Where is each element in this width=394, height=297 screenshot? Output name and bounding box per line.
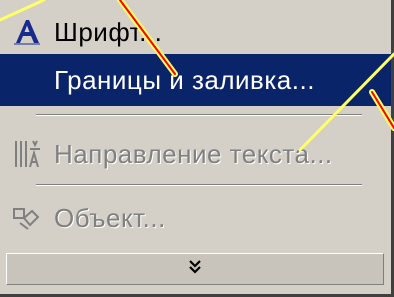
menu-item-borders-and-shading[interactable]: Границы и заливка... [0, 54, 391, 106]
menu-item-label: Границы и заливка... [54, 64, 315, 95]
menu-item-font[interactable]: Шрифт... [0, 6, 391, 58]
object-icon [0, 192, 54, 244]
menu-item-object: Объект... [0, 192, 391, 244]
font-a-icon [0, 6, 54, 58]
context-menu: Шрифт... Границы и заливка... Направлени… [0, 0, 394, 297]
menu-separator [36, 114, 362, 116]
menu-item-label: Объект... [54, 202, 166, 233]
menu-item-label: Шрифт... [54, 16, 163, 47]
double-chevron-down-icon [188, 259, 202, 280]
menu-item-label: Направление текста... [54, 138, 333, 169]
menu-separator [36, 184, 362, 186]
expand-menu-button[interactable] [6, 253, 384, 285]
menu-item-text-direction: Направление текста... [0, 128, 391, 180]
text-direction-icon [0, 128, 54, 180]
